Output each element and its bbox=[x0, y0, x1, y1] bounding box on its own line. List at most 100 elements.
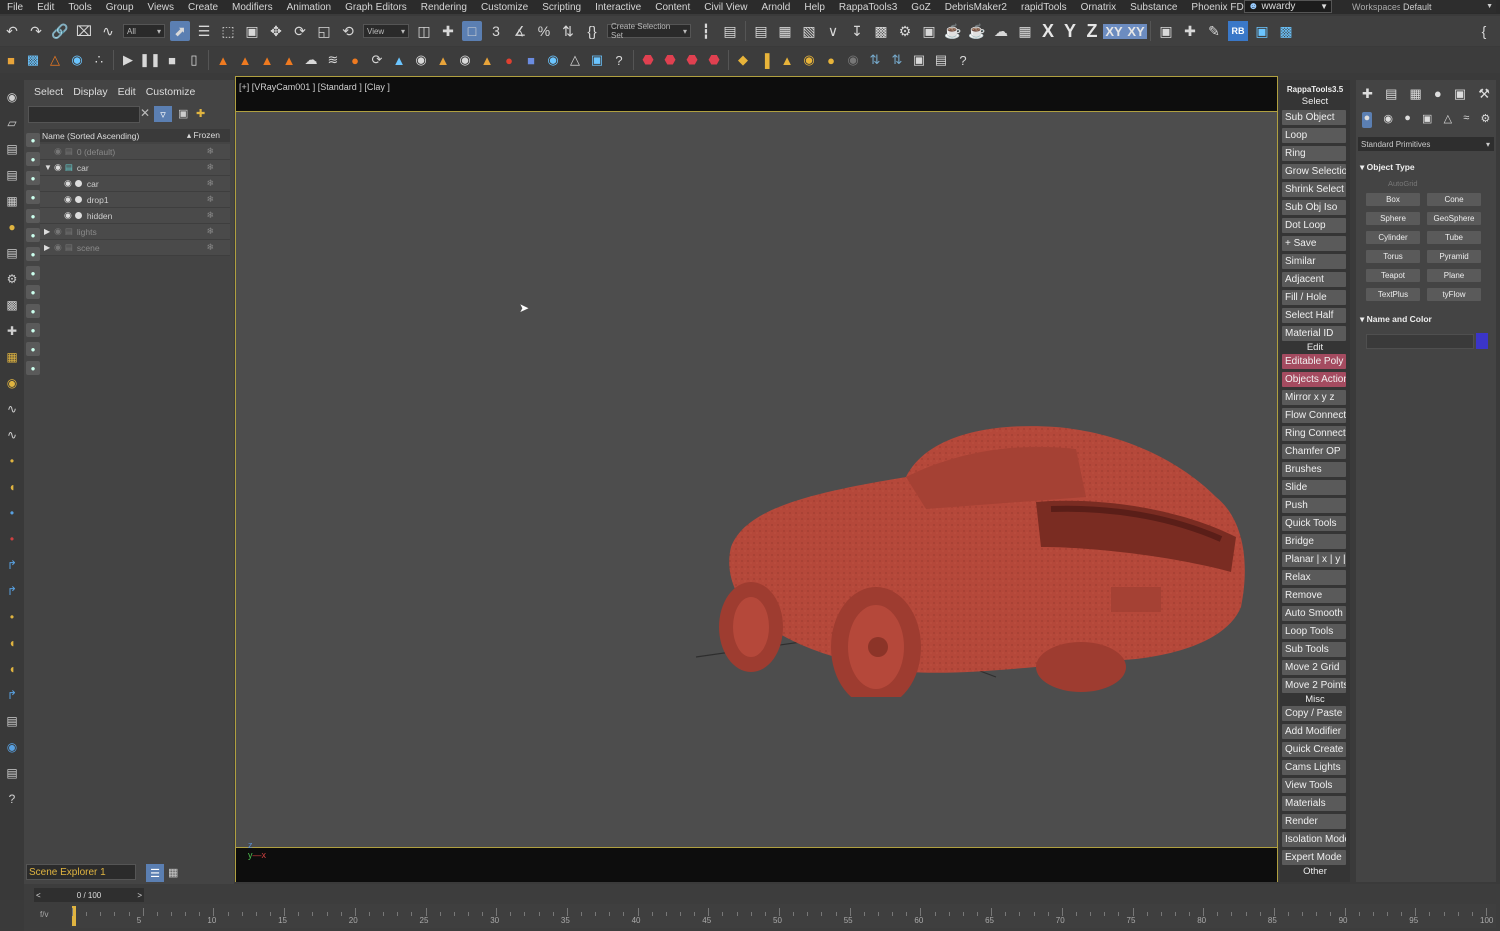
display-shapes-icon[interactable]: ● bbox=[26, 171, 40, 185]
create-tab-icon[interactable]: ✚ bbox=[1362, 86, 1373, 104]
display-bones-icon[interactable]: ● bbox=[26, 304, 40, 318]
slider-next-icon[interactable]: > bbox=[137, 891, 142, 900]
rappa-btn-fill-hole[interactable]: Fill / Hole bbox=[1282, 290, 1346, 305]
panel-toggle-icon[interactable]: { bbox=[1474, 21, 1494, 41]
object-name-input[interactable] bbox=[1366, 334, 1474, 349]
lights-icon[interactable]: ● bbox=[1404, 112, 1411, 128]
clear-search-icon[interactable]: ✕ bbox=[140, 106, 150, 120]
light-bulb-icon[interactable]: ● bbox=[3, 218, 21, 236]
rappa-btn-ring-connect[interactable]: Ring Connect bbox=[1282, 426, 1346, 441]
window-icon[interactable]: ▣ bbox=[910, 51, 928, 69]
rappa-btn-similar[interactable]: Similar bbox=[1282, 254, 1346, 269]
rappa-btn-expert-mode[interactable]: Expert Mode bbox=[1282, 850, 1346, 865]
display-geometry-icon[interactable]: ● bbox=[26, 152, 40, 166]
menu-item-help[interactable]: Help bbox=[797, 2, 832, 13]
add-layer-icon[interactable]: ✚ bbox=[196, 107, 205, 120]
selection-filter-dropdown[interactable]: All ▾ bbox=[123, 24, 165, 38]
phoenix-fire3-icon[interactable]: ▲ bbox=[258, 51, 276, 69]
menu-item-scripting[interactable]: Scripting bbox=[535, 2, 588, 13]
select-by-name-icon[interactable]: ☰ bbox=[194, 21, 214, 41]
window-crossing-icon[interactable]: ▣ bbox=[242, 21, 262, 41]
record-icon[interactable]: ● bbox=[500, 51, 518, 69]
tool13-icon[interactable]: ▤ bbox=[3, 712, 21, 730]
tool14-icon[interactable]: ◉ bbox=[3, 738, 21, 756]
spinner-snap-icon[interactable]: ⇅ bbox=[558, 21, 578, 41]
visibility-eye-icon[interactable]: ◉ bbox=[64, 194, 72, 205]
visibility-eye-icon[interactable]: ◉ bbox=[54, 146, 62, 157]
scale-icon[interactable]: ◱ bbox=[314, 21, 334, 41]
expand-arrow-icon[interactable]: ▶ bbox=[44, 243, 54, 252]
menu-item-create[interactable]: Create bbox=[181, 2, 225, 13]
hierarchy-icon[interactable]: ▤ bbox=[3, 166, 21, 184]
tool11-icon[interactable]: ◖ bbox=[3, 660, 21, 678]
tool8-icon[interactable]: ↱ bbox=[3, 582, 21, 600]
menu-item-substance[interactable]: Substance bbox=[1123, 2, 1184, 13]
se-menu-select[interactable]: Select bbox=[34, 86, 63, 100]
rappa-btn-loop[interactable]: Loop bbox=[1282, 128, 1346, 143]
viewport-icon[interactable]: ▣ bbox=[1156, 21, 1176, 41]
menu-item-group[interactable]: Group bbox=[99, 2, 141, 13]
primitive-pyramid-button[interactable]: Pyramid bbox=[1427, 250, 1481, 263]
selection-set-dropdown[interactable]: Create Selection Set ▾ bbox=[607, 22, 691, 40]
plus-icon[interactable]: ✚ bbox=[1180, 21, 1200, 41]
tool15-icon[interactable]: ▤ bbox=[3, 764, 21, 782]
rappa-btn-move-2-grid[interactable]: Move 2 Grid bbox=[1282, 660, 1346, 675]
primitive-cone-button[interactable]: Cone bbox=[1427, 193, 1481, 206]
menu-item-content[interactable]: Content bbox=[648, 2, 697, 13]
tool6-icon[interactable]: • bbox=[3, 530, 21, 548]
debris-red4-icon[interactable]: ⬣ bbox=[705, 51, 723, 69]
category-dropdown[interactable]: Standard Primitives ▾ bbox=[1358, 137, 1494, 151]
menu-item-rendering[interactable]: Rendering bbox=[414, 2, 474, 13]
menu-item-phoenix-fd[interactable]: Phoenix FD bbox=[1184, 2, 1250, 13]
material-editor-icon[interactable]: ▩ bbox=[871, 21, 891, 41]
primitive-plane-button[interactable]: Plane bbox=[1427, 269, 1481, 282]
freeze-icon[interactable]: ❄ bbox=[206, 162, 214, 173]
rappa-btn-copy-paste[interactable]: Copy / Paste bbox=[1282, 706, 1346, 721]
select-manipulate-icon[interactable]: ✚ bbox=[438, 21, 458, 41]
foam-icon[interactable]: ◉ bbox=[412, 51, 430, 69]
render-online-icon[interactable]: ☁ bbox=[991, 21, 1011, 41]
undo-icon[interactable]: ↶ bbox=[2, 21, 22, 41]
primitive-box-button[interactable]: Box bbox=[1366, 193, 1420, 206]
tool10-icon[interactable]: ◖ bbox=[3, 634, 21, 652]
rappa-btn-material-id[interactable]: Material ID bbox=[1282, 326, 1346, 341]
display-cameras-icon[interactable]: ● bbox=[26, 209, 40, 223]
debris-red2-icon[interactable]: ⬣ bbox=[661, 51, 679, 69]
lock-icon[interactable]: ▣ bbox=[178, 107, 188, 120]
trash-icon[interactable]: ▯ bbox=[185, 51, 203, 69]
display-none-icon[interactable]: ● bbox=[26, 133, 40, 147]
snaps-toggle-icon[interactable]: 3 bbox=[486, 21, 506, 41]
ocean-icon[interactable]: ◉ bbox=[68, 51, 86, 69]
rappa-btn-sub-obj-iso[interactable]: Sub Obj Iso bbox=[1282, 200, 1346, 215]
display-spacewarps-icon[interactable]: ● bbox=[26, 247, 40, 261]
user-account[interactable]: ☻ wwardy ▼ bbox=[1244, 0, 1332, 13]
rappa-btn-materials[interactable]: Materials bbox=[1282, 796, 1346, 811]
explorer-name-dropdown[interactable]: Scene Explorer 1 bbox=[26, 864, 136, 880]
rappa-btn-add-modifier[interactable]: Add Modifier bbox=[1282, 724, 1346, 739]
angle-snap-icon[interactable]: ∡ bbox=[510, 21, 530, 41]
primitive-tyflow-button[interactable]: tyFlow bbox=[1427, 288, 1481, 301]
utilities-icon[interactable]: ⚙ bbox=[3, 270, 21, 288]
question-icon[interactable]: ? bbox=[954, 51, 972, 69]
tool2-icon[interactable]: ∿ bbox=[3, 426, 21, 444]
primitive-geosphere-button[interactable]: GeoSphere bbox=[1427, 212, 1481, 225]
render-production-icon[interactable]: ☕ bbox=[943, 21, 963, 41]
hierarchy-icon[interactable]: ▦ bbox=[168, 866, 178, 879]
freeze-icon[interactable]: ❄ bbox=[206, 226, 214, 237]
display-tab-icon[interactable]: ▣ bbox=[1454, 86, 1466, 104]
rappa-btn-render[interactable]: Render bbox=[1282, 814, 1346, 829]
edit-named-sets-icon[interactable]: {} bbox=[582, 21, 602, 41]
rappa-btn-save[interactable]: + Save bbox=[1282, 236, 1346, 251]
curve-editor-icon[interactable]: ▧ bbox=[799, 21, 819, 41]
tool7-icon[interactable]: ↱ bbox=[3, 556, 21, 574]
percent-snap-icon[interactable]: % bbox=[534, 21, 554, 41]
visibility-eye-icon[interactable]: ◉ bbox=[64, 210, 72, 221]
rappa-btn-select-half[interactable]: Select Half bbox=[1282, 308, 1346, 323]
phoenix-swirl-icon[interactable]: ⟳ bbox=[368, 51, 386, 69]
rappa-btn-mirror-x-y-z[interactable]: Mirror x y z bbox=[1282, 390, 1346, 405]
geometry-icon[interactable]: ● bbox=[1361, 112, 1373, 128]
camera-icon[interactable]: ▩ bbox=[3, 296, 21, 314]
cloud-source-icon[interactable]: ▲ bbox=[478, 51, 496, 69]
cam-icon[interactable]: ■ bbox=[522, 51, 540, 69]
grid-icon[interactable]: ▦ bbox=[1015, 21, 1035, 41]
